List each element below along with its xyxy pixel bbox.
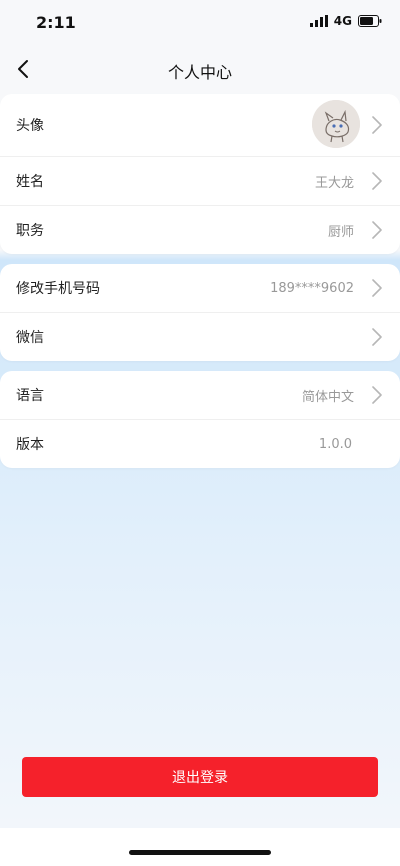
profile-card: 头像 姓名 王大龙 职务 厨师	[0, 94, 400, 254]
chevron-right-icon	[372, 328, 382, 346]
logout-button[interactable]: 退出登录	[22, 757, 378, 797]
row-label: 语言	[16, 388, 44, 404]
language-row[interactable]: 语言 简体中文	[0, 371, 400, 420]
row-label: 修改手机号码	[16, 281, 100, 297]
position-row[interactable]: 职务 厨师	[0, 206, 400, 254]
chevron-right-icon	[372, 172, 382, 190]
version-row: 版本 1.0.0	[0, 420, 400, 468]
status-bar: 2:11 4G	[0, 0, 400, 44]
chevron-right-icon	[372, 279, 382, 297]
row-value: 简体中文	[301, 389, 354, 405]
row-value: 厨师	[327, 224, 354, 240]
avatar	[312, 100, 360, 148]
wechat-row[interactable]: 微信	[0, 313, 400, 361]
status-time: 2:11	[36, 13, 76, 32]
phone-row[interactable]: 修改手机号码 189****9602	[0, 264, 400, 313]
chevron-right-icon	[372, 116, 382, 134]
row-value: 189****9602	[270, 280, 354, 296]
contact-card: 修改手机号码 189****9602 微信	[0, 264, 400, 361]
row-label: 版本	[16, 437, 44, 453]
network-label: 4G	[333, 14, 352, 28]
page-title: 个人中心	[167, 63, 232, 82]
status-indicators: 4G	[309, 14, 382, 28]
home-indicator[interactable]	[129, 850, 271, 855]
avatar-row[interactable]: 头像	[0, 94, 400, 157]
row-value: 1.0.0	[318, 436, 352, 452]
avatar-image	[312, 100, 360, 148]
battery-icon	[358, 15, 382, 27]
signal-icon	[309, 15, 328, 27]
chevron-right-icon	[372, 386, 382, 404]
row-label: 姓名	[16, 174, 44, 190]
chevron-right-icon	[372, 221, 382, 239]
row-label: 职务	[16, 223, 44, 239]
nav-bar: 个人中心	[0, 44, 400, 94]
row-value: 王大龙	[314, 175, 354, 191]
bottom-area	[0, 828, 400, 866]
row-label: 微信	[16, 330, 44, 346]
row-label: 头像	[16, 118, 44, 134]
settings-card: 语言 简体中文 版本 1.0.0	[0, 371, 400, 468]
name-row[interactable]: 姓名 王大龙	[0, 157, 400, 206]
